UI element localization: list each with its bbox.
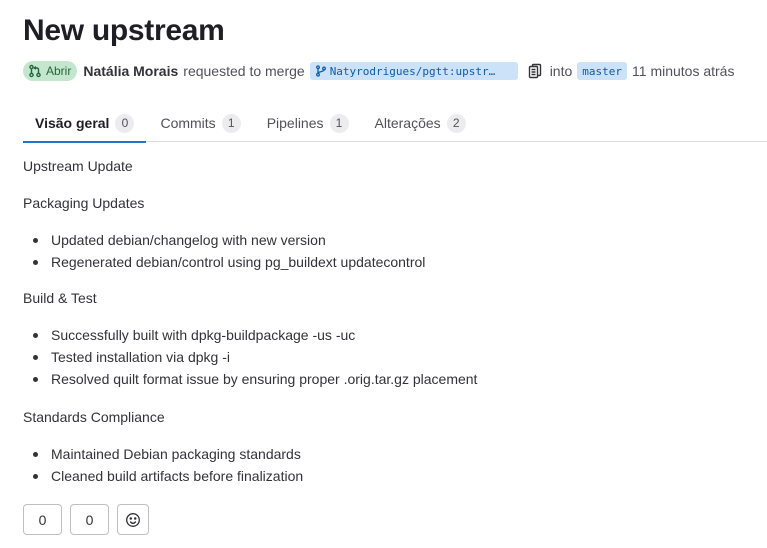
tab-commits[interactable]: Commits 1 [148,104,252,142]
copy-branch-button[interactable] [525,61,545,81]
tab-count: 1 [221,113,241,133]
target-branch[interactable]: master [577,62,628,80]
source-branch-label: Natyrodrigues/pgtt:upstr… [329,64,496,78]
standards-list: Maintained Debian packaging standards Cl… [23,443,743,487]
tab-label: Commits [160,115,216,131]
smiley-icon [126,512,140,527]
build-list: Successfully built with dpkg-buildpackag… [23,324,743,390]
status-badge: Abrir [23,61,78,81]
list-item: Successfully built with dpkg-buildpackag… [23,324,743,346]
section-heading: Packaging Updates [23,195,145,211]
merge-request-meta: Abrir Natália Morais requested to merge … [23,60,734,82]
list-item: Maintained Debian packaging standards [23,443,743,465]
action-text: requested to merge [183,63,305,79]
tab-label: Alterações [374,115,441,131]
list-item: Regenerated debian/control using pg_buil… [23,251,743,273]
mr-description: Upstream Update Packaging Updates Update… [23,156,743,487]
section-heading: Standards Compliance [23,409,165,425]
tab-label: Pipelines [266,115,324,131]
thumbs-up-button[interactable]: 0 [23,504,62,535]
tab-overview[interactable]: Visão geral 0 [23,104,147,143]
add-reaction-button[interactable] [117,504,149,535]
list-item: Resolved quilt format issue by ensuring … [23,368,743,390]
tab-count: 1 [329,113,349,133]
thumbs-down-button[interactable]: 0 [70,504,109,535]
time-ago: 11 minutos atrás [632,63,735,79]
tab-pipelines[interactable]: Pipelines 1 [255,104,361,142]
reactions-bar: 0 0 [23,504,149,535]
merge-request-icon [29,64,41,78]
tab-count: 2 [446,113,466,133]
source-branch[interactable]: Natyrodrigues/pgtt:upstr… [309,62,518,80]
packaging-list: Updated debian/changelog with new versio… [23,229,743,273]
tab-changes[interactable]: Alterações 2 [363,104,478,142]
tab-label: Visão geral [35,115,110,131]
status-label: Abrir [46,64,72,78]
mr-tabs: Visão geral 0 Commits 1 Pipelines 1 Alte… [23,104,767,143]
copy-icon [528,63,541,79]
branch-icon [315,65,326,77]
list-item: Updated debian/changelog with new versio… [23,229,743,251]
into-text: into [549,63,573,79]
tab-count: 0 [115,113,135,133]
list-item: Tested installation via dpkg -i [23,346,743,368]
author-link[interactable]: Natália Morais [83,63,178,79]
description-paragraph: Upstream Update [23,158,133,174]
list-item: Cleaned build artifacts before finalizat… [23,465,743,487]
page-title: New upstream [23,14,225,47]
section-heading: Build & Test [23,290,97,306]
